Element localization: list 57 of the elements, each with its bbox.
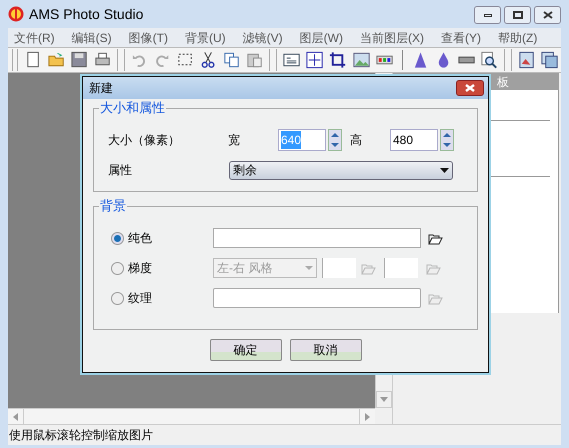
- input-field[interactable]: [213, 288, 421, 308]
- toolbar-grip: [504, 49, 512, 71]
- option-label: 纹理: [128, 290, 152, 307]
- image-icon[interactable]: [516, 50, 536, 70]
- copy-icon[interactable]: [222, 50, 242, 70]
- menu-item[interactable]: 查看(Y): [441, 28, 481, 46]
- attribute-dropdown[interactable]: 剩余: [229, 160, 453, 180]
- app-logo-icon: [8, 6, 24, 22]
- spin-buttons[interactable]: [328, 128, 342, 150]
- panel-title: 板: [497, 74, 509, 90]
- field-label: 高: [350, 132, 363, 148]
- dialog-button[interactable]: 取消: [290, 339, 362, 361]
- scroll-left-icon: [13, 412, 18, 420]
- maximize-button[interactable]: [504, 6, 531, 24]
- menu-item[interactable]: 编辑(S): [72, 28, 112, 46]
- caret-icon: [305, 266, 313, 270]
- images-icon[interactable]: [540, 50, 559, 70]
- menu-item[interactable]: 图层(W): [300, 28, 343, 46]
- scroll-right-icon: [365, 412, 370, 420]
- menu-item[interactable]: 文件(R): [14, 28, 55, 46]
- folder-icon[interactable]: [428, 232, 443, 244]
- number-field[interactable]: 480: [390, 128, 438, 150]
- option-label: 纯色: [128, 230, 152, 247]
- menu-item[interactable]: 背景(U): [185, 28, 226, 46]
- magnifier-icon[interactable]: [480, 50, 500, 70]
- input-field[interactable]: [213, 228, 421, 248]
- crop-icon[interactable]: [328, 50, 348, 70]
- minimize-button[interactable]: [474, 6, 501, 24]
- option-label: 梯度: [128, 260, 152, 277]
- menu-item[interactable]: 当前图层(X): [360, 28, 424, 46]
- status-text: 使用鼠标滚轮控制缩放图片: [8, 427, 153, 444]
- move-icon[interactable]: [305, 50, 324, 70]
- menu-item[interactable]: 图像(T): [128, 28, 168, 46]
- horizontal-scrollbar[interactable]: [8, 408, 375, 424]
- menu-item[interactable]: 滤镜(V): [242, 28, 283, 46]
- spin-buttons[interactable]: [440, 128, 454, 150]
- close-button[interactable]: [534, 6, 561, 24]
- input-field[interactable]: [322, 258, 356, 278]
- caret-icon: [440, 168, 449, 172]
- input-field[interactable]: [384, 258, 418, 278]
- field-label: 大小（像素）: [108, 132, 181, 148]
- field-label: 属性: [108, 162, 133, 179]
- group-title: 背景: [99, 198, 127, 214]
- close-button[interactable]: [456, 80, 484, 96]
- close-icon: [542, 11, 552, 19]
- field-label: 宽: [228, 132, 241, 148]
- image-icon[interactable]: [352, 50, 371, 70]
- toolbar-grip: [269, 49, 278, 71]
- radio-button[interactable]: [111, 232, 124, 244]
- menu-item[interactable]: 帮助(Z): [498, 28, 538, 46]
- dialog-title: 新建: [89, 80, 113, 97]
- dialog-button[interactable]: 确定: [210, 339, 282, 361]
- scroll-down-icon: [380, 397, 388, 402]
- window-title: AMS Photo Studio: [29, 4, 144, 24]
- group-title: 大小和属性: [99, 100, 166, 116]
- close-icon: [465, 84, 475, 92]
- toolbar-grip: [117, 49, 125, 71]
